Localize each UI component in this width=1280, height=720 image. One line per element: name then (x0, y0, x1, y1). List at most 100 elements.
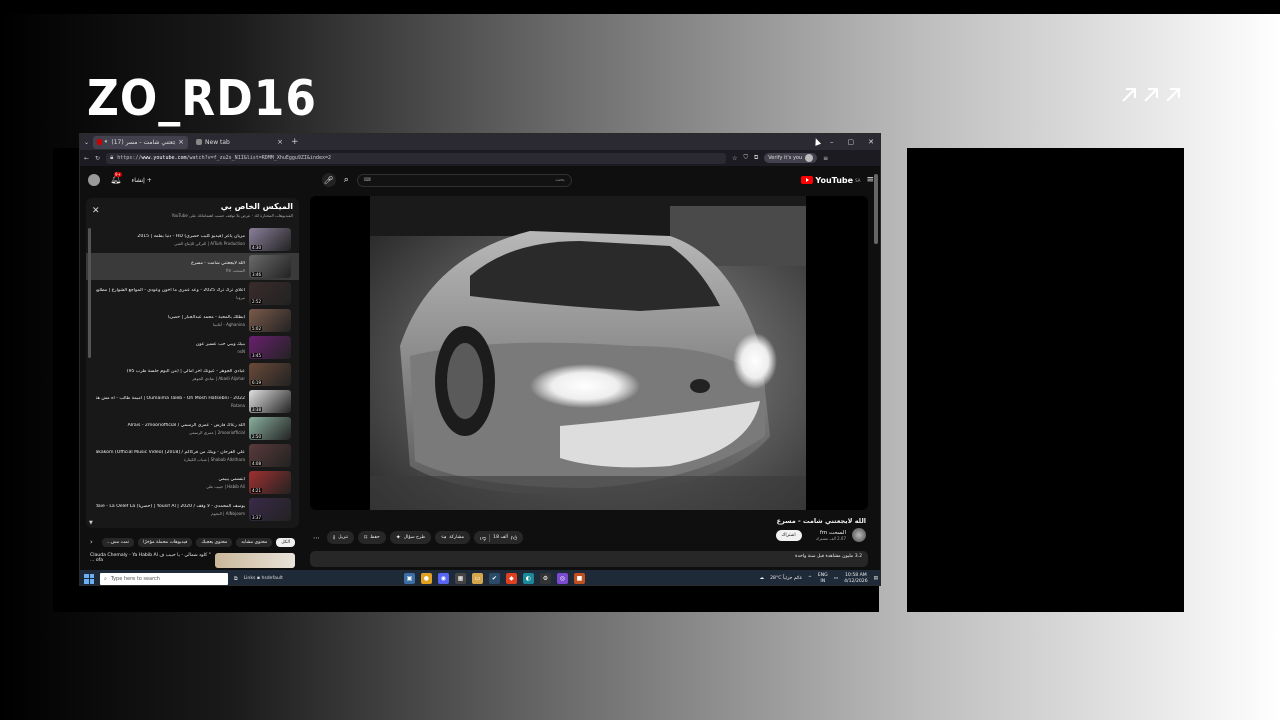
recommended-title[interactable]: Clauda Chemaly - Ya Habib Al كلود شمالي … (90, 553, 211, 568)
more-actions-icon[interactable]: ⋯ (310, 531, 323, 544)
playlist-item[interactable]: 4:30 مزيان ياعز (فيديو كليب حصري) HD - دن… (86, 226, 299, 253)
playlist-thumbnail[interactable]: 2:52 (249, 282, 291, 305)
language-indicator[interactable]: ENG IN (818, 573, 828, 585)
recommended-thumbnail[interactable] (215, 553, 295, 568)
playlist-item-title[interactable]: يوسف المحمدي - لا وقف / Yousif Al | 2020… (96, 504, 245, 509)
tab-youtube[interactable]: 🔈︎ (17) الله لايجعتني شامت - مسر × (93, 135, 189, 149)
playlist-thumbnail[interactable]: 4:08 (249, 444, 291, 467)
playlist-item-title[interactable]: Oumaima Taleb - Oh Mosh Hatsebni - 2022 … (96, 396, 245, 401)
extensions-icon[interactable]: ⧉ (754, 154, 758, 162)
speaker-icon[interactable]: 🔈︎ (105, 138, 109, 146)
playlist-item-title[interactable]: الله رعاك فارس - عمري الرسمي / Alrais - … (96, 423, 245, 428)
channel-name[interactable]: السحت fm (816, 530, 846, 536)
playlist-thumbnail[interactable]: 3:38 (249, 390, 291, 413)
playlist-item-title[interactable]: ببيك وببي حب عسير عون (96, 342, 245, 347)
like-icon[interactable]: 👍︎ (511, 534, 517, 542)
account-avatar[interactable] (88, 174, 100, 186)
network-icon[interactable]: ▭ (834, 576, 838, 581)
tab-list-icon[interactable]: ⌄ (84, 139, 89, 146)
playlist-item[interactable]: 2:52 اعلاي ترك ترك 2025 - وعد عمري ما اخو… (86, 280, 299, 307)
task-view-icon[interactable]: ⧉ (234, 576, 238, 582)
new-tab-plus-icon[interactable]: + (291, 137, 299, 147)
windows-start-icon[interactable] (84, 573, 94, 584)
filter-chip[interactable]: تمت مش... (101, 537, 135, 547)
playlist-thumbnail[interactable]: 3:37 (249, 498, 291, 521)
app-icon-6[interactable]: ✔ (488, 573, 500, 584)
app-icon-1[interactable]: ▣ (403, 573, 415, 584)
youtube-logo[interactable]: YouTube SA (801, 176, 860, 185)
reload-icon[interactable]: ↻ (95, 155, 100, 162)
page-scrollbar[interactable] (874, 174, 878, 244)
star-icon[interactable]: ☆ (732, 155, 737, 162)
playlist-scrollbar[interactable] (88, 228, 91, 358)
video-player[interactable] (310, 196, 868, 510)
playlist-item[interactable]: 3:45 ببيك وببي حب عسير عون nsN (86, 334, 299, 361)
edge-icon[interactable]: ◐ (522, 573, 534, 584)
weather-text[interactable]: 28°C غائم جزئياً (770, 576, 802, 581)
download-button[interactable]: ⭳ تنزيل (327, 531, 355, 544)
playlist-thumbnail[interactable]: 6:19 (249, 363, 291, 386)
file-explorer-icon[interactable]: ▭ (471, 573, 483, 584)
links-toolbar[interactable]: Links ▪ hsdefault (244, 576, 283, 581)
app-icon-10[interactable]: ◎ (556, 573, 568, 584)
playlist-thumbnail[interactable]: 5:02 (249, 309, 291, 332)
playlist-item-title[interactable]: مزيان ياعز (فيديو كليب حصري) HD - دنيا ب… (96, 234, 245, 239)
microphone-icon[interactable]: 🎤︎ (321, 173, 336, 187)
playlist-item[interactable]: 6:19 عبادي الجوهر - عيونك آخر آمالي | (من… (86, 361, 299, 388)
address-bar[interactable]: 🔒︎ https://www.youtube.com/watch?v=f_zu2… (106, 152, 727, 164)
app-icon-11[interactable]: ■ (573, 573, 585, 584)
playlist-thumbnail[interactable]: 4:30 (249, 228, 291, 251)
tab-new[interactable]: New tab × (192, 136, 287, 149)
app-icon-4[interactable]: ▦ (454, 573, 466, 584)
hamburger-menu-icon[interactable]: ≡ (866, 175, 874, 185)
dislike-icon[interactable]: 👎︎ (480, 534, 486, 542)
filter-chip[interactable]: فيديوهات محملة مؤخرًا (138, 537, 193, 547)
playlist-thumbnail[interactable]: 4:21 (249, 471, 291, 494)
minimize-icon[interactable]: – (830, 138, 834, 146)
chips-prev-icon[interactable]: ‹ (90, 538, 93, 546)
playlist-item-title[interactable]: ابطلك بالمحبة - محمد عبدالجبار | حصريا (96, 315, 245, 320)
playlist-item[interactable]: 3:46 الله لايجعتني شامت - مسرع السحت fm (86, 253, 299, 280)
playlist-item-title[interactable]: ابتسمي يبيمي (96, 477, 245, 482)
playlist-item[interactable]: 5:02 ابطلك بالمحبة - محمد عبدالجبار | حصر… (86, 307, 299, 334)
like-dislike-button[interactable]: 👎︎ 18 ألف 👍︎ (474, 531, 524, 544)
playlist-item[interactable]: 4:08 علي الفرحان - وينك من فركاكم / Ali A… (86, 442, 299, 469)
menu-icon[interactable]: ≡ (823, 155, 828, 162)
shield-icon[interactable]: ⛉ (743, 154, 748, 162)
notifications-bell-icon[interactable]: 🔔︎ 9+ (110, 172, 122, 185)
recommended-video[interactable]: Clauda Chemaly - Ya Habib Al كلود شمالي … (86, 553, 299, 568)
settings-gear-icon[interactable]: ⚙ (539, 573, 551, 584)
playlist-item-title[interactable]: علي الفرحان - وينك من فركاكم / Ali Alfor… (96, 450, 245, 455)
keyboard-icon[interactable]: ⌨ (364, 177, 371, 183)
maximize-icon[interactable]: ▢ (848, 138, 855, 146)
playlist-item[interactable]: 2:50 الله رعاك فارس - عمري الرسمي / Alrai… (86, 415, 299, 442)
close-playlist-icon[interactable]: ✕ (92, 206, 100, 216)
playlist-item[interactable]: 3:38 Oumaima Taleb - Oh Mosh Hatsebni - 2… (86, 388, 299, 415)
playlist-item-title[interactable]: عبادي الجوهر - عيونك آخر آمالي | (من ألب… (96, 369, 245, 374)
playlist-item[interactable]: 3:37 يوسف المحمدي - لا وقف / Yousif Al | … (86, 496, 299, 523)
search-icon[interactable]: ⌕ (344, 175, 349, 185)
playlist-thumbnail[interactable]: 3:46 (249, 255, 291, 278)
close-window-icon[interactable]: ✕ (868, 138, 874, 146)
playlist-thumbnail[interactable]: 2:50 (249, 417, 291, 440)
share-button[interactable]: ↪ مشاركة (435, 531, 471, 544)
app-icon-2[interactable]: ● (420, 573, 432, 584)
filter-chip[interactable]: محتوى يعجبك (196, 537, 233, 547)
save-button[interactable]: ⌑ حفظ (358, 531, 386, 544)
playlist-thumbnail[interactable]: 3:45 (249, 336, 291, 359)
verify-button[interactable]: Verify it's you (764, 153, 818, 163)
playlist-item[interactable]: 4:21 ابتسمي يبيمي Habib Ali | حبيب علي (86, 469, 299, 496)
search-input[interactable]: ⌨ بحث (356, 173, 572, 187)
taskbar-search-input[interactable]: ⌕ Type here to search (100, 572, 228, 585)
subscribe-button[interactable]: اشتراك (775, 529, 802, 541)
scroll-down-icon[interactable]: ▼ (89, 520, 93, 526)
filter-chip[interactable]: محتوى مشابه (236, 537, 273, 547)
description-box[interactable]: 3.2 مليون مشاهدة قبل سنة واحدة (310, 551, 868, 567)
clock[interactable]: 10:58 AM 4/12/2026 (844, 573, 868, 585)
brave-icon[interactable]: ◆ (505, 573, 517, 584)
playlist-item-title[interactable]: الله لايجعتني شامت - مسرع (96, 261, 245, 266)
channel-avatar[interactable] (852, 528, 866, 542)
filter-chip[interactable]: الكل (276, 537, 295, 547)
create-button[interactable]: إنشاء + (131, 177, 151, 184)
tray-chevron-icon[interactable]: ^ (808, 576, 812, 581)
